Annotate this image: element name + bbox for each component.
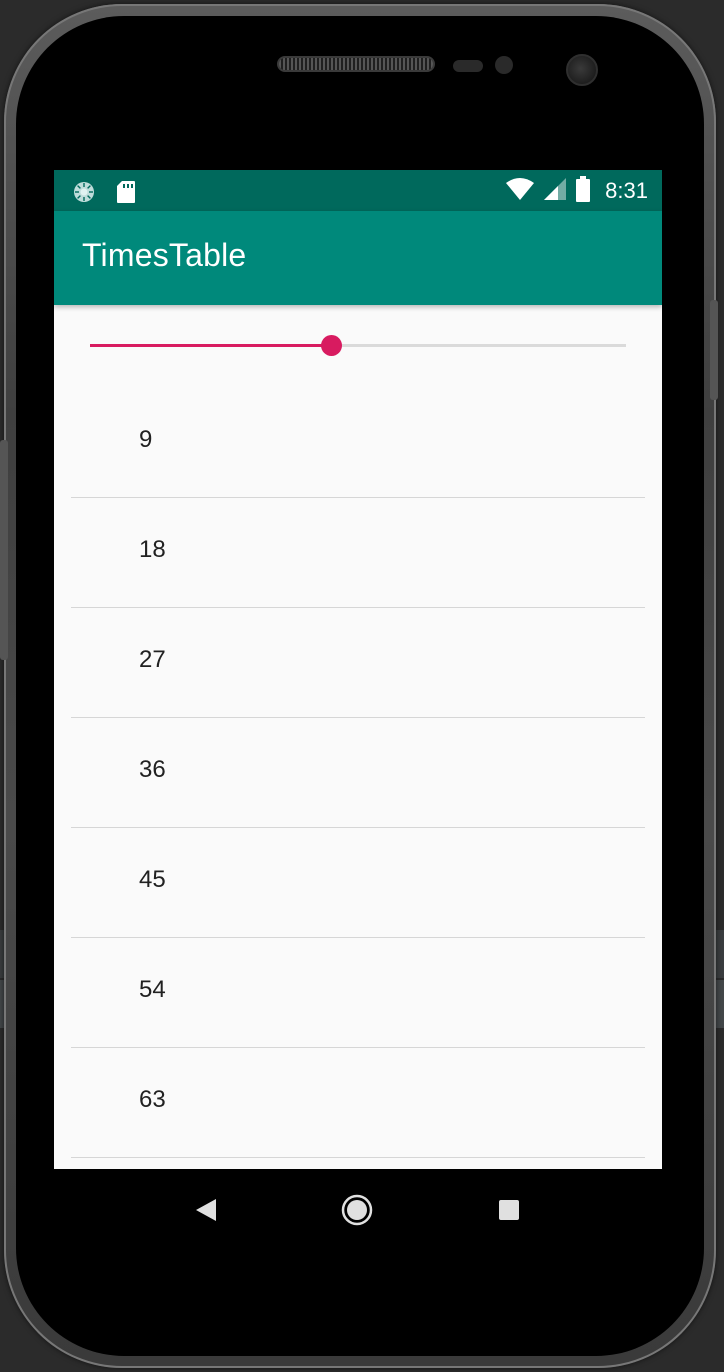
list-item-value: 63 — [139, 1086, 166, 1113]
list-item-value: 27 — [139, 646, 166, 673]
status-time: 8:31 — [605, 177, 648, 203]
multiplier-seekbar[interactable] — [78, 320, 638, 370]
seekbar-track[interactable] — [90, 344, 626, 347]
list-item[interactable]: 63 — [71, 1048, 645, 1158]
loading-icon — [72, 180, 96, 208]
sd-card-icon — [116, 180, 136, 208]
seekbar-progress — [90, 344, 332, 347]
device-screen: 8:31 TimesTable 9 18 27 36 45 54 63 — [54, 170, 662, 1169]
list-item[interactable]: 45 — [71, 828, 645, 938]
recents-icon[interactable] — [492, 1193, 526, 1227]
earpiece-speaker — [277, 56, 435, 72]
light-sensor — [495, 56, 513, 74]
back-icon[interactable] — [189, 1193, 223, 1227]
list-item-value: 54 — [139, 976, 166, 1003]
navigation-bar — [54, 1169, 662, 1251]
seekbar-thumb[interactable] — [321, 335, 343, 356]
front-camera — [566, 54, 598, 86]
list-item-value: 36 — [139, 756, 166, 783]
volume-button[interactable] — [710, 300, 718, 400]
times-table-list: 9 18 27 36 45 54 63 — [71, 388, 645, 1158]
wifi-icon — [505, 177, 535, 205]
home-icon[interactable] — [340, 1193, 374, 1227]
side-button[interactable] — [0, 440, 8, 660]
proximity-sensor — [453, 60, 483, 72]
battery-icon — [575, 175, 591, 206]
list-item[interactable]: 54 — [71, 938, 645, 1048]
list-item-value: 18 — [139, 536, 166, 563]
list-item[interactable]: 27 — [71, 608, 645, 718]
list-item[interactable]: 18 — [71, 498, 645, 608]
status-right-cluster: 8:31 — [505, 170, 648, 211]
signal-icon — [543, 177, 567, 205]
list-item[interactable]: 36 — [71, 718, 645, 828]
list-item-value: 45 — [139, 866, 166, 893]
status-bar: 8:31 — [54, 170, 662, 211]
app-bar: TimesTable — [54, 211, 662, 305]
list-item[interactable]: 9 — [71, 388, 645, 498]
list-item-value: 9 — [139, 426, 153, 453]
app-title: TimesTable — [82, 237, 247, 273]
